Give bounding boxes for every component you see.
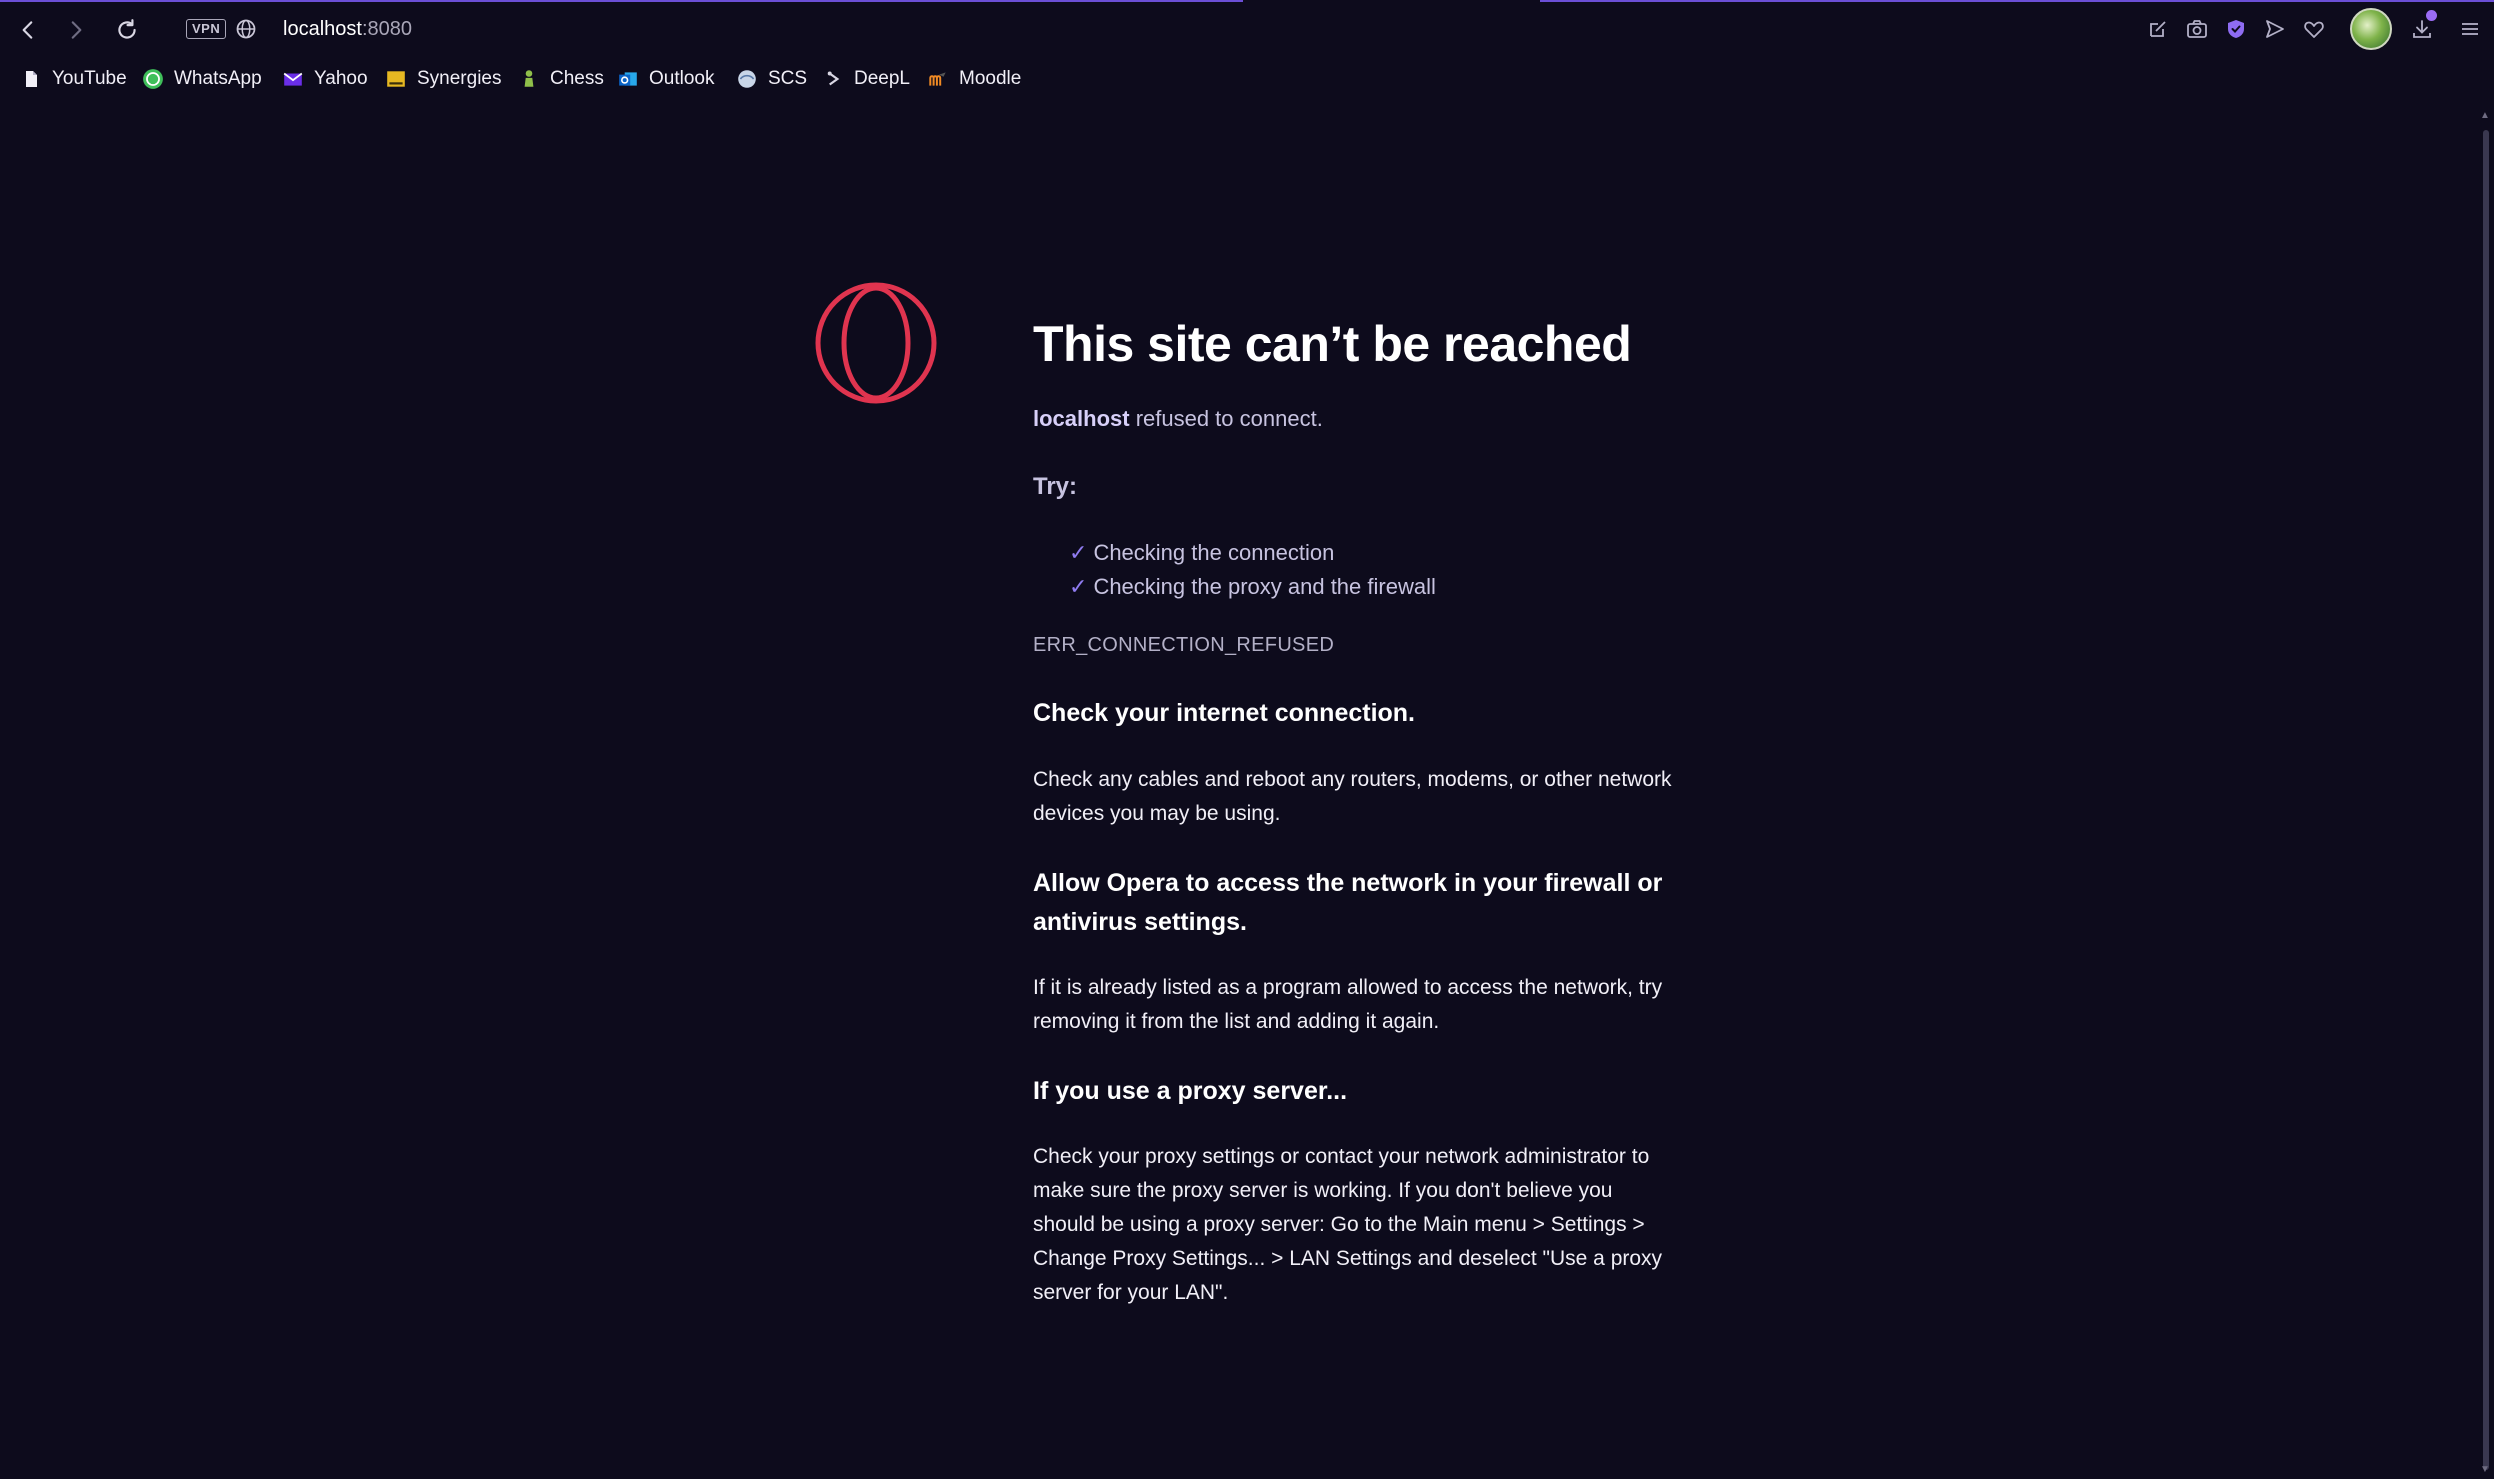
scroll-down-arrow-icon[interactable]: ▼: [2479, 1465, 2491, 1475]
heart-icon: [2304, 21, 2324, 38]
error-host-suffix: refused to connect.: [1129, 406, 1323, 431]
section-body: Check your proxy settings or contact you…: [1033, 1145, 1663, 1304]
bookmark-outlook[interactable]: Outlook: [617, 62, 714, 96]
back-button[interactable]: [10, 12, 46, 48]
suggestion-item: ✓ Checking the proxy and the firewall: [1069, 572, 1436, 602]
bookmarks-bar: YouTube WhatsApp Yahoo Synergies Chess O…: [0, 62, 2494, 96]
bookmark-synergies[interactable]: Synergies: [385, 62, 502, 96]
scroll-up-arrow-icon[interactable]: ▲: [2479, 111, 2491, 121]
address-bar[interactable]: localhost:8080: [283, 14, 412, 44]
profile-avatar[interactable]: [2350, 8, 2392, 50]
yahoo-mail-icon: [282, 68, 304, 90]
reload-button[interactable]: [109, 12, 145, 48]
vpn-badge[interactable]: VPN: [186, 19, 227, 39]
section-body: Check any cables and reboot any routers,…: [1033, 768, 1672, 825]
page-icon: [20, 68, 42, 90]
section-heading: Check your internet connection.: [1033, 699, 1416, 727]
bookmark-moodle[interactable]: Moodle: [927, 62, 1021, 96]
forward-button[interactable]: [58, 12, 94, 48]
forward-arrow-icon: [71, 21, 82, 39]
url-port: :8080: [361, 18, 412, 40]
section-heading: Allow Opera to access the network in you…: [1033, 869, 1663, 936]
bookmark-label: Chess: [550, 68, 604, 89]
easy-setup-button[interactable]: [2143, 14, 2173, 44]
bookmark-scs[interactable]: SCS: [736, 62, 807, 96]
whatsapp-icon: [142, 68, 164, 90]
bookmark-deepl[interactable]: DeepL: [822, 62, 910, 96]
loading-indicator-segment: [1540, 0, 2494, 2]
section-heading: If you use a proxy server...: [1033, 1077, 1348, 1105]
chess-pawn-icon: [518, 68, 540, 90]
bookmark-label: Outlook: [649, 68, 715, 89]
opera-logo-icon: [815, 282, 937, 404]
ad-blocker-button[interactable]: [2221, 14, 2251, 44]
bookmark-label: DeepL: [854, 68, 910, 89]
menu-icon: [2462, 23, 2478, 35]
error-subtitle: localhost refused to connect.: [1033, 404, 1323, 434]
camera-icon: [2187, 20, 2207, 38]
url-host: localhost: [283, 18, 362, 40]
easy-setup-menu-button[interactable]: [2455, 14, 2485, 44]
pinboard-button[interactable]: [2299, 14, 2329, 44]
error-title: This site can’t be reached: [1033, 316, 1632, 372]
bookmark-label: YouTube: [52, 68, 127, 89]
check-mark-icon: ✓: [1069, 574, 1088, 599]
snapshot-button[interactable]: [2182, 14, 2212, 44]
section-body: If it is already listed as a program all…: [1033, 976, 1663, 1033]
error-code: ERR_CONNECTION_REFUSED: [1033, 634, 1335, 656]
outlook-icon: [617, 68, 639, 90]
bookmark-label: Yahoo: [314, 68, 368, 89]
deepl-icon: [822, 68, 844, 90]
back-arrow-icon: [22, 21, 33, 39]
edit-icon: [2150, 21, 2166, 37]
check-mark-icon: ✓: [1069, 540, 1088, 565]
flow-button[interactable]: [2260, 14, 2290, 44]
reload-icon: [118, 19, 136, 39]
error-host: localhost: [1033, 406, 1130, 431]
moodle-icon: [927, 68, 949, 90]
scrollbar-thumb[interactable]: [2483, 130, 2489, 1470]
notification-dot: [2426, 10, 2437, 21]
bookmark-label: Moodle: [959, 68, 1022, 89]
loading-indicator: [0, 0, 1243, 2]
suggestion-item: ✓ Checking the connection: [1069, 538, 1334, 568]
bookmark-label: SCS: [768, 68, 808, 89]
bookmark-chess[interactable]: Chess: [518, 62, 604, 96]
suggestion-label: Checking the proxy and the firewall: [1093, 574, 1436, 599]
globe-icon[interactable]: [234, 17, 258, 41]
scs-icon: [736, 68, 758, 90]
bookmark-whatsapp[interactable]: WhatsApp: [142, 62, 262, 96]
bookmark-label: Synergies: [417, 68, 502, 89]
bookmark-youtube[interactable]: YouTube: [20, 62, 127, 96]
browser-toolbar: VPN localhost:8080: [0, 0, 2494, 60]
shield-icon: [2228, 20, 2244, 38]
send-icon: [2266, 20, 2284, 38]
bookmark-label: WhatsApp: [174, 68, 262, 89]
bookmark-yahoo[interactable]: Yahoo: [282, 62, 368, 96]
try-label: Try:: [1033, 473, 1078, 500]
suggestion-label: Checking the connection: [1093, 540, 1335, 565]
synergies-icon: [385, 68, 407, 90]
